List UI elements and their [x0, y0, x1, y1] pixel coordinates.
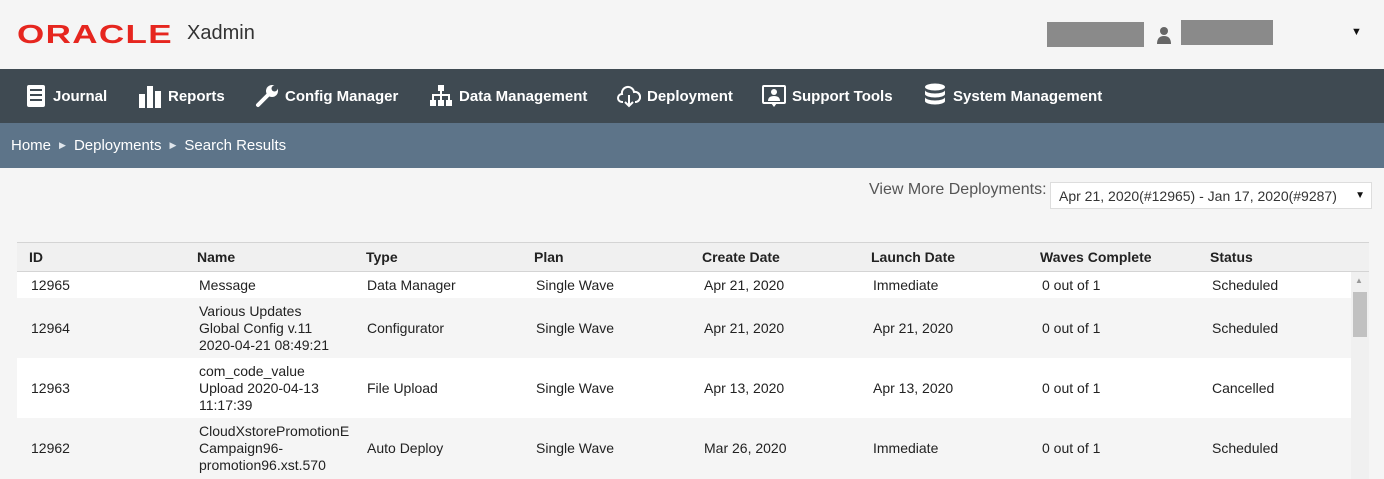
name-line: CloudXstorePromotionE [199, 423, 350, 439]
chevron-down-icon: ▼ [1355, 190, 1365, 201]
svg-text:ORACLE: ORACLE [17, 20, 173, 46]
column-header-id[interactable]: ID [29, 249, 43, 265]
cell-id: 12965 [31, 277, 70, 293]
column-header-create-date[interactable]: Create Date [702, 249, 780, 265]
cell-name: Various Updates Global Config v.11 2020-… [199, 303, 353, 354]
breadcrumb-current: Search Results [184, 137, 287, 154]
cell-name: CloudXstorePromotionE Campaign96- promot… [199, 423, 353, 474]
nav-label: System Management [953, 87, 1103, 105]
nav-deployment[interactable]: Deployment [617, 69, 733, 123]
cell-name: com_code_value Upload 2020-04-13 11:17:3… [199, 363, 353, 414]
column-header-plan[interactable]: Plan [534, 249, 564, 265]
cell-status: Cancelled [1212, 380, 1275, 396]
cell-type: File Upload [367, 380, 438, 396]
nav-label: Data Management [459, 87, 588, 105]
cell-waves-complete: 0 out of 1 [1042, 320, 1101, 336]
nav-journal[interactable]: Journal [25, 69, 107, 123]
breadcrumb-home[interactable]: Home [11, 137, 51, 154]
app-header: ORACLE Xadmin ▼ [0, 0, 1384, 69]
wrench-icon [256, 85, 278, 107]
table-row[interactable]: 12962 CloudXstorePromotionE Campaign96- … [17, 418, 1351, 479]
cell-type: Configurator [367, 320, 445, 336]
view-more-label: View More Deployments: [869, 181, 1047, 198]
cell-plan: Single Wave [536, 440, 615, 456]
breadcrumb: Home ▶ Deployments ▶ Search Results [0, 123, 1384, 168]
cell-launch-date: Apr 21, 2020 [873, 320, 954, 336]
cell-launch-date: Immediate [873, 277, 939, 293]
column-header-name[interactable]: Name [197, 249, 235, 265]
oracle-logo[interactable]: ORACLE [17, 20, 175, 46]
cell-id: 12964 [31, 320, 70, 336]
cell-status: Scheduled [1212, 277, 1279, 293]
name-line: Global Config v.11 [199, 320, 313, 336]
table-row[interactable]: 12963 com_code_value Upload 2020-04-13 1… [17, 358, 1351, 418]
column-header-type[interactable]: Type [366, 249, 398, 265]
scroll-up-arrow-icon[interactable]: ▲ [1355, 276, 1363, 285]
cell-create-date: Apr 21, 2020 [704, 277, 785, 293]
nav-label: Reports [168, 87, 225, 105]
redacted-username [1181, 20, 1273, 45]
cell-waves-complete: 0 out of 1 [1042, 440, 1101, 456]
cell-type: Data Manager [367, 277, 456, 293]
column-header-launch-date[interactable]: Launch Date [871, 249, 955, 265]
database-icon [925, 83, 945, 105]
nav-label: Journal [53, 87, 108, 105]
cell-create-date: Apr 13, 2020 [704, 380, 785, 396]
breadcrumb-separator-icon: ▶ [59, 140, 66, 150]
name-line: promotion96.xst.570 [199, 457, 326, 473]
name-line: Various Updates [199, 303, 302, 319]
cell-launch-date: Immediate [873, 440, 939, 456]
table-header: ID Name Type Plan Create Date Launch Dat… [17, 242, 1369, 272]
cloud-download-icon [617, 85, 641, 108]
nav-config-manager[interactable]: Config Manager [255, 69, 398, 123]
nav-support-tools[interactable]: Support Tools [762, 69, 893, 123]
name-line: com_code_value [199, 363, 305, 379]
cell-status: Scheduled [1212, 440, 1279, 456]
nav-label: Deployment [647, 87, 733, 105]
cell-waves-complete: 0 out of 1 [1042, 277, 1101, 293]
table-row[interactable]: 12965 Message Data Manager Single Wave A… [17, 272, 1351, 298]
cell-plan: Single Wave [536, 277, 615, 293]
table-row[interactable]: 12964 Various Updates Global Config v.11… [17, 298, 1351, 358]
journal-icon [27, 85, 45, 107]
support-icon [762, 85, 786, 107]
product-name: Xadmin [187, 22, 255, 44]
nav-system-management[interactable]: System Management [923, 69, 1102, 123]
column-header-waves-complete[interactable]: Waves Complete [1040, 249, 1152, 265]
cell-status: Scheduled [1212, 320, 1279, 336]
main-nav: Journal Reports Config Manager Data Mana… [0, 69, 1384, 123]
name-line: 2020-04-21 08:49:21 [199, 337, 329, 353]
name-line: Upload 2020-04-13 [199, 380, 319, 396]
scrollbar-thumb[interactable] [1353, 292, 1367, 337]
cell-plan: Single Wave [536, 320, 615, 336]
name-line: Campaign96- [199, 440, 284, 456]
view-more-select[interactable]: Apr 21, 2020(#12965) - Jan 17, 2020(#928… [1050, 182, 1372, 209]
column-header-status[interactable]: Status [1210, 249, 1253, 265]
cell-id: 12963 [31, 380, 70, 396]
table-scrollbar[interactable]: ▲ [1351, 272, 1369, 479]
deployments-table: ID Name Type Plan Create Date Launch Dat… [17, 242, 1369, 479]
nav-label: Support Tools [792, 87, 893, 105]
view-more-selected: Apr 21, 2020(#12965) - Jan 17, 2020(#928… [1059, 187, 1337, 204]
user-icon[interactable] [1156, 26, 1172, 44]
breadcrumb-separator-icon: ▶ [169, 140, 177, 150]
nav-label: Config Manager [285, 87, 399, 105]
bar-chart-icon [139, 86, 161, 108]
nav-data-management[interactable]: Data Management [429, 69, 587, 123]
nav-reports[interactable]: Reports [138, 69, 225, 123]
breadcrumb-deployments[interactable]: Deployments [74, 137, 162, 154]
cell-name: Message [199, 277, 256, 293]
name-line: 11:17:39 [199, 397, 253, 413]
cell-plan: Single Wave [536, 380, 615, 396]
cell-type: Auto Deploy [367, 440, 444, 456]
cell-launch-date: Apr 13, 2020 [873, 380, 954, 396]
cell-create-date: Apr 21, 2020 [704, 320, 785, 336]
cell-id: 12962 [31, 440, 70, 456]
redacted-field [1047, 22, 1144, 47]
user-menu-caret-icon[interactable]: ▼ [1351, 26, 1362, 38]
hierarchy-icon [430, 85, 452, 106]
cell-create-date: Mar 26, 2020 [704, 440, 787, 456]
cell-waves-complete: 0 out of 1 [1042, 380, 1101, 396]
